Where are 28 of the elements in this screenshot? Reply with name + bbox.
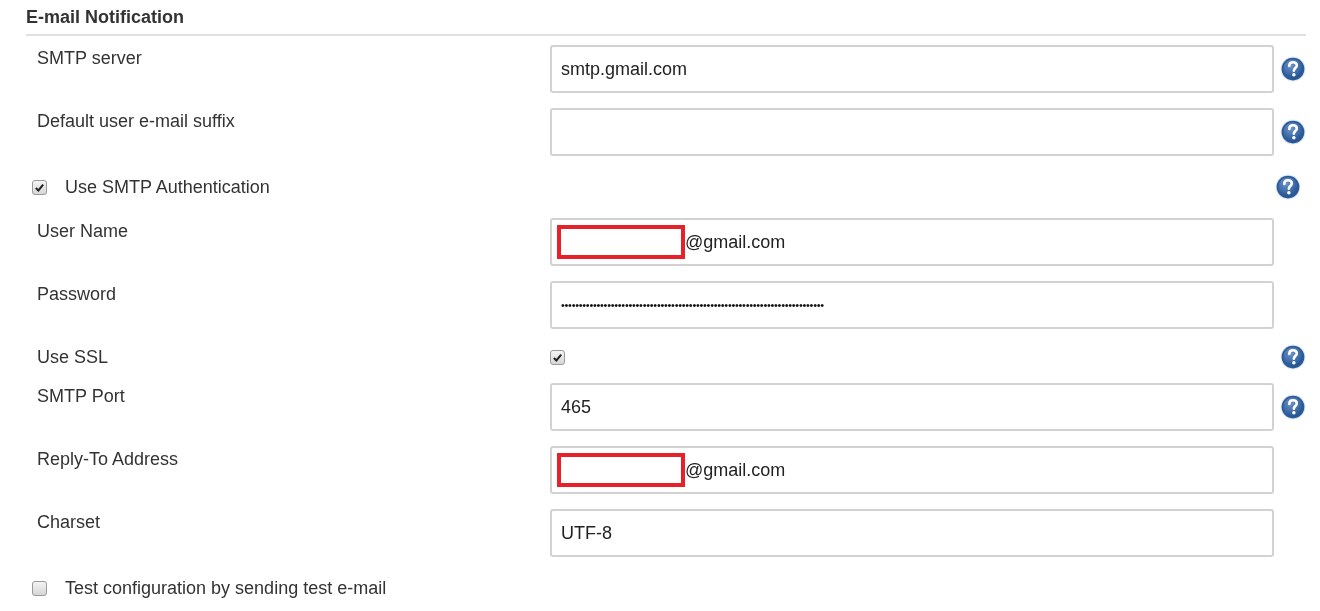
help-icon[interactable] <box>1280 56 1306 82</box>
checkbox-label: Use SMTP Authentication <box>65 176 270 198</box>
checkmark-icon <box>552 351 563 363</box>
section-title: E-mail Notification <box>26 6 185 28</box>
field-label: Password <box>37 283 118 305</box>
field-label: User Name <box>37 220 130 242</box>
input-field[interactable]: @gmail.com <box>550 218 1274 266</box>
help-icon[interactable] <box>1280 119 1306 145</box>
checkbox-label: Test configuration by sending test e-mail <box>65 577 387 599</box>
field-label: Use SSL <box>37 346 110 368</box>
input-field[interactable]: 465 <box>550 383 1274 431</box>
help-icon[interactable] <box>1275 174 1301 200</box>
field-label: Default user e-mail suffix <box>37 110 236 132</box>
input-field[interactable]: UTF-8 <box>550 509 1274 557</box>
field-label: SMTP Port <box>37 385 126 407</box>
checkmark-icon <box>34 181 45 193</box>
field-label: Reply-To Address <box>37 448 180 470</box>
password-field[interactable]: •••••••••••••••••••••••••••••••••••••••••••••••••••••••••••••••••••••••••• <box>550 281 1274 329</box>
input-field[interactable]: smtp.gmail.com <box>550 45 1274 93</box>
checkbox[interactable] <box>32 580 47 596</box>
checkbox[interactable] <box>550 349 565 365</box>
field-label: Charset <box>37 511 102 533</box>
help-icon[interactable] <box>1280 344 1306 370</box>
help-icon[interactable] <box>1280 394 1306 420</box>
checkbox[interactable] <box>32 179 47 195</box>
input-field[interactable]: @gmail.com <box>550 446 1274 494</box>
field-label: SMTP server <box>37 47 143 69</box>
input-field[interactable] <box>550 108 1274 156</box>
